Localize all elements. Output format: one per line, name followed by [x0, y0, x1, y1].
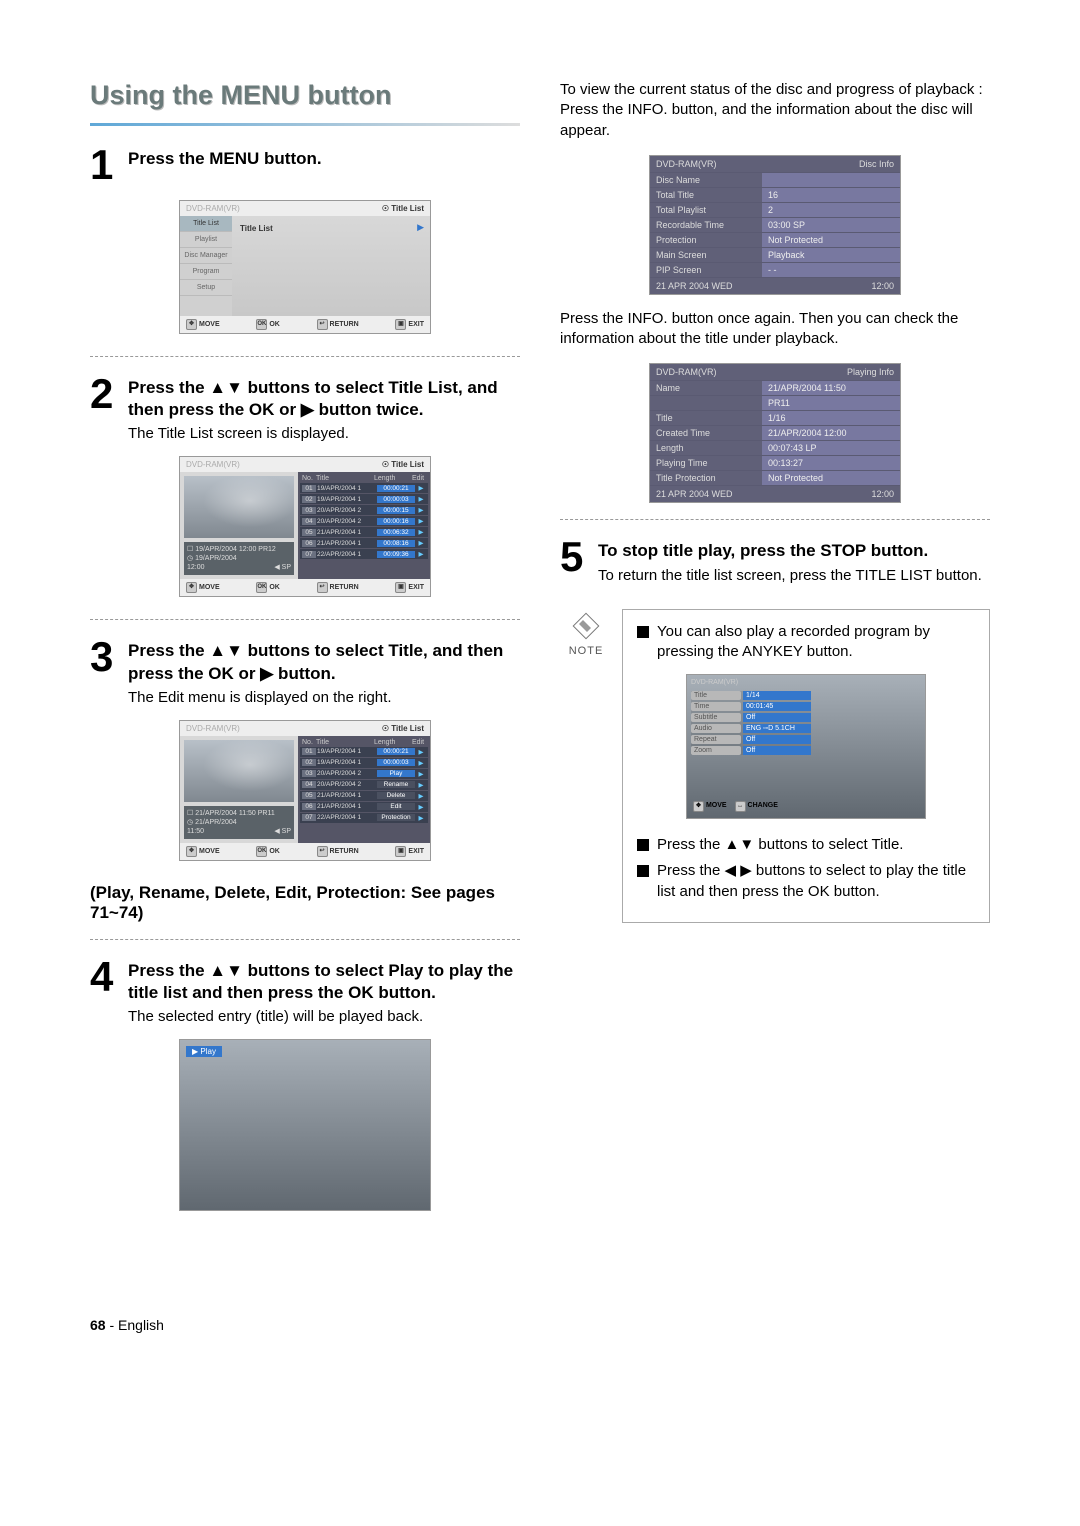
info-row: Playing Time00:13:27 — [650, 456, 900, 470]
anykey-foot-move: ✥ MOVE — [693, 801, 727, 812]
step2-screen: DVD-RAM(VR) ☉ Title List ☐ 19/APR/2004 1… — [179, 456, 431, 597]
play-label: ▶ Play — [186, 1046, 222, 1057]
section-title: Using the MENU button — [90, 80, 520, 111]
list-row: 0621/APR/2004 1Edit▶ — [300, 802, 428, 812]
info-row: Total Title16 — [650, 188, 900, 202]
step-number-4: 4 — [90, 956, 118, 998]
list-row: 0320/APR/2004 200:00:15▶ — [300, 505, 428, 515]
info-row: Name21/APR/2004 11:50 — [650, 381, 900, 395]
sidebar-item: Title List — [180, 216, 232, 232]
anykey-foot-change: ↔ CHANGE — [735, 801, 778, 812]
anykey-row: RepeatOff — [691, 735, 811, 744]
info-row: PR11 — [650, 396, 900, 410]
info-row: Main ScreenPlayback — [650, 248, 900, 262]
preview-image — [184, 740, 294, 802]
step3-title: Press the ▲▼ buttons to select Title, an… — [128, 636, 520, 684]
right-intro: To view the current status of the disc a… — [560, 80, 990, 141]
step1-screen: DVD-RAM(VR) ☉ Title List Title List Play… — [179, 200, 431, 334]
info-row: PIP Screen- - — [650, 263, 900, 277]
list-row: 0119/APR/2004 100:00:21▶ — [300, 747, 428, 757]
foot-return: ↩RETURN — [317, 319, 359, 330]
dashed-divider — [90, 619, 520, 620]
step4-title: Press the ▲▼ buttons to select Play to p… — [128, 956, 520, 1004]
screen-brand: DVD-RAM(VR) — [186, 460, 240, 469]
right-mid: Press the INFO. button once again. Then … — [560, 309, 990, 350]
list-row: 0420/APR/2004 2Rename▶ — [300, 780, 428, 790]
screen-head-right: ☉ Title List — [382, 460, 424, 469]
anykey-row: Title1/14 — [691, 691, 811, 700]
sidebar-item: Disc Manager — [180, 248, 232, 264]
bullet-icon — [637, 626, 649, 638]
step1-title: Press the MENU button. — [128, 144, 322, 170]
note-bullet-2: Press the ▲▼ buttons to select Title. — [657, 835, 903, 855]
anykey-row: Time00:01:45 — [691, 702, 811, 711]
info-row: Title ProtectionNot Protected — [650, 471, 900, 485]
anykey-screen: DVD-RAM(VR) Title1/14Time00:01:45Subtitl… — [686, 674, 926, 819]
step-number-1: 1 — [90, 144, 118, 186]
cross-reference: (Play, Rename, Delete, Edit, Protection:… — [90, 883, 520, 923]
info-row: Created Time21/APR/2004 12:00 — [650, 426, 900, 440]
step-number-3: 3 — [90, 636, 118, 678]
info-row: Disc Name — [650, 173, 900, 187]
list-row: 0621/APR/2004 100:08:16▶ — [300, 538, 428, 548]
list-row: 0521/APR/2004 1Delete▶ — [300, 791, 428, 801]
step-number-2: 2 — [90, 373, 118, 415]
anykey-row: AudioENG ▫▫D 5.1CH — [691, 724, 811, 733]
step2-desc: The Title List screen is displayed. — [128, 425, 520, 442]
screen-head-right: ☉ Title List — [382, 204, 424, 213]
sidebar-item: Playlist — [180, 232, 232, 248]
step-number-5: 5 — [560, 536, 588, 578]
step3-screen: DVD-RAM(VR) ☉ Title List ☐ 21/APR/2004 1… — [179, 720, 431, 861]
note-bullet-3: Press the ◀ ▶ buttons to select to play … — [657, 861, 975, 902]
foot-exit: ▣EXIT — [395, 319, 424, 330]
step5-desc: To return the title list screen, press t… — [598, 566, 982, 586]
list-row: 0119/APR/2004 100:00:21▶ — [300, 483, 428, 493]
list-row: 0521/APR/2004 100:06:32▶ — [300, 527, 428, 537]
list-row: 0420/APR/2004 200:00:16▶ — [300, 516, 428, 526]
page-number: 68 - English — [90, 1317, 164, 1333]
info-row: ProtectionNot Protected — [650, 233, 900, 247]
list-row: 0722/APR/2004 100:09:36▶ — [300, 549, 428, 559]
list-row: 0320/APR/2004 2Play▶ — [300, 769, 428, 779]
step2-title: Press the ▲▼ buttons to select Title Lis… — [128, 373, 520, 421]
preview-image — [184, 476, 294, 538]
anykey-row: SubtitleOff — [691, 713, 811, 722]
list-row: 0219/APR/2004 100:00:03▶ — [300, 494, 428, 504]
sidebar-item: Setup — [180, 280, 232, 296]
content-label: Title List — [236, 220, 426, 237]
note-box: You can also play a recorded program by … — [622, 609, 990, 923]
step5-title: To stop title play, press the STOP butto… — [598, 536, 982, 562]
playing-info-table: DVD-RAM(VR) Playing Info Name21/APR/2004… — [649, 363, 901, 503]
sidebar-item: Program — [180, 264, 232, 280]
info-row: Length00:07:43 LP — [650, 441, 900, 455]
anykey-row: ZoomOff — [691, 746, 811, 755]
dashed-divider — [90, 939, 520, 940]
disc-info-table: DVD-RAM(VR) Disc Info Disc NameTotal Tit… — [649, 155, 901, 295]
step1-sidebar: Title List Playlist Disc Manager Program… — [180, 216, 232, 316]
info-row: Title1/16 — [650, 411, 900, 425]
play-arrow-icon: ▶ — [417, 222, 424, 233]
dashed-divider — [560, 519, 990, 520]
step3-desc: The Edit menu is displayed on the right. — [128, 689, 520, 706]
bullet-icon — [637, 839, 649, 851]
note-bullet-1: You can also play a recorded program by … — [657, 622, 975, 663]
dashed-divider — [90, 356, 520, 357]
playback-image: ▶ Play — [179, 1039, 431, 1211]
list-row: 0722/APR/2004 1Protection▶ — [300, 813, 428, 823]
bullet-icon — [637, 865, 649, 877]
screen-brand: DVD-RAM(VR) — [186, 204, 240, 213]
foot-move: ✥MOVE — [186, 319, 220, 330]
info-row: Total Playlist2 — [650, 203, 900, 217]
note-icon: NOTE — [558, 611, 614, 657]
foot-ok: OKOK — [256, 319, 280, 330]
step4-desc: The selected entry (title) will be playe… — [128, 1008, 520, 1025]
info-row: Recordable Time03:00 SP — [650, 218, 900, 232]
list-row: 0219/APR/2004 100:00:03▶ — [300, 758, 428, 768]
divider-gradient — [90, 123, 520, 126]
